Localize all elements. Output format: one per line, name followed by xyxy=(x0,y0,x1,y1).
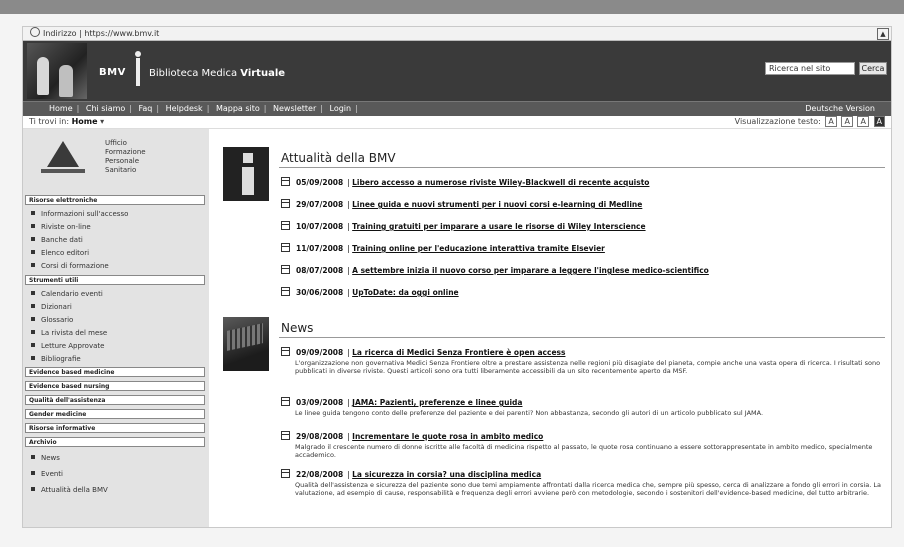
search-input[interactable] xyxy=(765,62,855,75)
breadcrumb-current[interactable]: Home xyxy=(72,117,98,126)
info-icon xyxy=(237,153,259,195)
news-headline[interactable]: 22/08/2008 | La sicurezza in corsia? una … xyxy=(281,469,881,480)
sidebar-item[interactable]: Banche dati xyxy=(31,235,83,245)
main-content: Attualità della BMV 05/09/2008 | Libero a… xyxy=(219,137,887,527)
sidebar-item[interactable]: Glossario xyxy=(31,315,73,325)
list-item[interactable]: 29/07/2008 | Linee guida e nuovi strument… xyxy=(281,199,642,210)
sidebar-heading-ebm[interactable]: Evidence based medicine xyxy=(25,367,205,377)
nav-newsletter[interactable]: Newsletter xyxy=(273,104,316,113)
text-size-large[interactable]: A xyxy=(857,116,869,127)
sidebar-heading-risorse[interactable]: Risorse elettroniche xyxy=(25,195,205,205)
nav-faq[interactable]: Faq xyxy=(139,104,153,113)
sidebar-heading-gender[interactable]: Gender medicine xyxy=(25,409,205,419)
calendar-icon xyxy=(281,431,290,440)
nav-chi-siamo[interactable]: Chi siamo xyxy=(86,104,125,113)
calendar-icon xyxy=(281,347,290,356)
news-title: News xyxy=(281,321,314,335)
list-item[interactable]: 10/07/2008 | Training gratuiti per impara… xyxy=(281,221,646,232)
search-button[interactable]: Cerca xyxy=(859,62,887,75)
address-bar[interactable]: Indirizzo | https://www.bmv.it ▲ xyxy=(23,27,891,41)
news-headline[interactable]: 29/08/2008 | Incrementare le quote rosa i… xyxy=(281,431,881,442)
news-item: 03/09/2008 | JAMA: Pazienti, preferenze e… xyxy=(281,397,881,417)
attualita-title: Attualità della BMV xyxy=(281,151,396,165)
news-headline[interactable]: 03/09/2008 | JAMA: Pazienti, preferenze e… xyxy=(281,397,881,408)
sidebar-item[interactable]: Letture Approvate xyxy=(31,341,104,351)
calendar-icon xyxy=(281,199,290,208)
attualita-divider xyxy=(279,167,885,168)
list-item[interactable]: 05/09/2008 | Libero accesso a numerose ri… xyxy=(281,177,649,188)
site-header: BMV Biblioteca Medica Virtuale Cerca xyxy=(23,41,891,101)
sidebar-item[interactable]: Corsi di formazione xyxy=(31,261,109,271)
sidebar-item[interactable]: Informazioni sull'accesso xyxy=(31,209,128,219)
sidebar-item[interactable]: Bibliografie xyxy=(31,354,81,364)
browser-frame: Indirizzo | https://www.bmv.it ▲ BMV Bib… xyxy=(22,26,892,528)
keyboard-icon xyxy=(227,323,263,351)
sidebar-heading-informative[interactable]: Risorse informative xyxy=(25,423,205,433)
calendar-icon xyxy=(281,469,290,478)
nav-deutsche-version[interactable]: Deutsche Version xyxy=(805,102,875,116)
sidebar-item[interactable]: News xyxy=(31,453,60,463)
sidebar-item[interactable]: Attualità della BMV xyxy=(31,485,108,495)
list-item[interactable]: 11/07/2008 | Training online per l'educaz… xyxy=(281,243,605,254)
office-logo-text: Ufficio Formazione Personale Sanitario xyxy=(105,139,146,174)
nav-login[interactable]: Login xyxy=(330,104,352,113)
calendar-icon xyxy=(281,397,290,406)
nav-mappa-sito[interactable]: Mappa sito xyxy=(216,104,260,113)
text-size-label: Visualizzazione testo: xyxy=(734,117,821,126)
news-description: Malgrado il crescente numero di donne is… xyxy=(295,443,873,459)
office-logo-icon xyxy=(41,139,85,179)
brand-name[interactable]: Biblioteca Medica Virtuale xyxy=(149,68,285,79)
calendar-icon xyxy=(281,265,290,274)
news-headline[interactable]: 09/09/2008 | La ricerca di Medici Senza F… xyxy=(281,347,881,358)
news-divider xyxy=(279,337,885,338)
list-item[interactable]: 08/07/2008 | A settembre inizia il nuovo … xyxy=(281,265,709,276)
brand-short[interactable]: BMV xyxy=(99,67,126,78)
nav-items: Home | Chi siamo | Faq | Helpdesk | Mappa si… xyxy=(49,104,358,113)
sidebar-item[interactable]: Riviste on-line xyxy=(31,222,91,232)
brand-figure-icon xyxy=(133,51,143,87)
breadcrumb: Ti trovi in: Home ▾ Visualizzazione test… xyxy=(23,116,891,129)
calendar-icon xyxy=(281,243,290,252)
sidebar-heading-archivio[interactable]: Archivio xyxy=(25,437,205,447)
sidebar-item[interactable]: Calendario eventi xyxy=(31,289,103,299)
main-nav: Home | Chi siamo | Faq | Helpdesk | Mappa si… xyxy=(23,101,891,116)
sidebar-item[interactable]: Eventi xyxy=(31,469,63,479)
text-size-contrast[interactable]: A xyxy=(873,116,885,127)
header-photo xyxy=(27,43,87,99)
nav-helpdesk[interactable]: Helpdesk xyxy=(166,104,203,113)
calendar-icon xyxy=(281,221,290,230)
sidebar-heading-qualita[interactable]: Qualità dell'assistenza xyxy=(25,395,205,405)
text-size-medium[interactable]: A xyxy=(841,116,853,127)
calendar-icon xyxy=(281,287,290,296)
sidebar-item[interactable]: La rivista del mese xyxy=(31,328,107,338)
sidebar: Ufficio Formazione Personale Sanitario R… xyxy=(23,129,209,527)
news-item: 22/08/2008 | La sicurezza in corsia? una … xyxy=(281,469,881,497)
sidebar-heading-ebn[interactable]: Evidence based nursing xyxy=(25,381,205,391)
news-item: 29/08/2008 | Incrementare le quote rosa i… xyxy=(281,431,881,459)
calendar-icon xyxy=(281,177,290,186)
sidebar-item[interactable]: Elenco editori xyxy=(31,248,89,258)
news-description: Le linee guida tengono conto delle prefe… xyxy=(295,409,764,417)
address-text: Indirizzo | https://www.bmv.it xyxy=(27,27,159,40)
scroll-arrow-icon[interactable]: ▲ xyxy=(877,28,889,40)
address-value: Indirizzo | https://www.bmv.it xyxy=(43,29,160,38)
news-description: L'organizzazione non governativa Medici … xyxy=(295,359,881,375)
text-size-small[interactable]: A xyxy=(825,116,837,127)
sidebar-item[interactable]: Dizionari xyxy=(31,302,72,312)
news-description: Qualità dell'assistenza e sicurezza del … xyxy=(295,481,881,497)
news-item: 09/09/2008 | La ricerca di Medici Senza F… xyxy=(281,347,881,375)
globe-icon xyxy=(30,27,40,37)
news-image xyxy=(223,317,269,371)
window-top-bar xyxy=(0,0,904,14)
info-image xyxy=(223,147,269,201)
breadcrumb-label: Ti trovi in: Home ▾ xyxy=(29,117,105,126)
list-item[interactable]: 30/06/2008 | UpToDate: da oggi online xyxy=(281,287,459,298)
sidebar-logo[interactable]: Ufficio Formazione Personale Sanitario xyxy=(31,135,203,185)
text-size-controls: Visualizzazione testo: A A A A xyxy=(735,116,885,128)
sidebar-heading-strumenti[interactable]: Strumenti utili xyxy=(25,275,205,285)
nav-home[interactable]: Home xyxy=(49,104,73,113)
